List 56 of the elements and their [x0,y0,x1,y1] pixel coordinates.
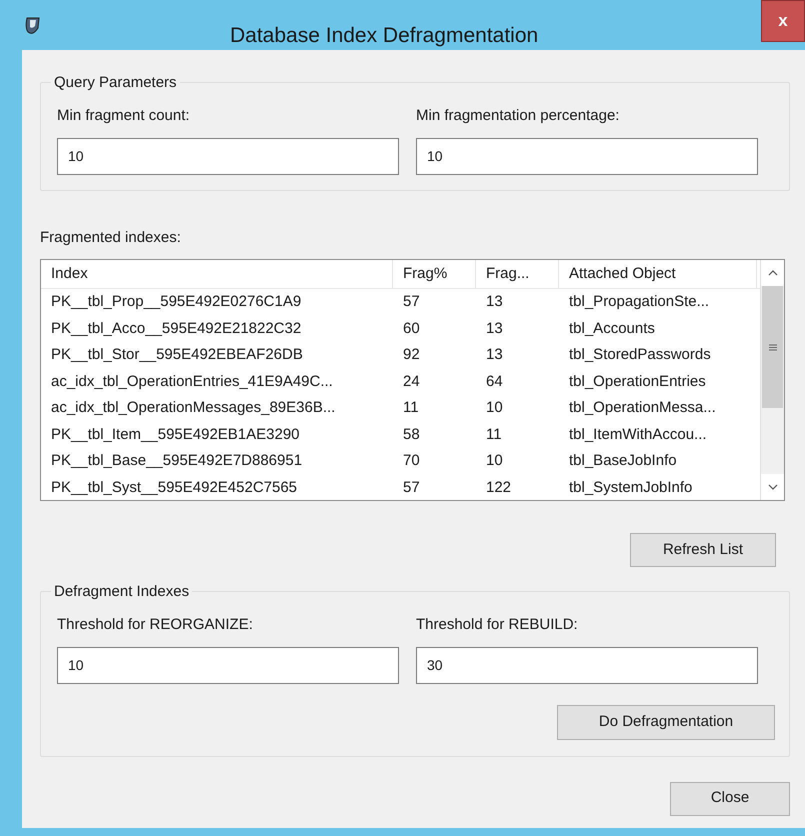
refresh-button[interactable]: Refresh List [630,533,776,567]
input-field[interactable]: 10 [416,138,758,174]
table-cell-text: 11 [402,398,420,418]
field-label: Threshold for REORGANIZE: [57,615,254,635]
column-header[interactable]: Index [41,260,393,288]
table-cell-text: 13 [485,345,504,365]
table-cell-text: tbl_ItemWithAccou... [568,424,708,444]
table-cell-text: 64 [485,372,504,392]
input-field[interactable]: 30 [416,646,758,684]
table-cell-text: 10 [485,451,504,471]
table-cell-text: 60 [402,318,421,338]
table-cell-text: 58 [402,424,421,444]
scroll-up-icon[interactable] [768,270,778,276]
table-cell-text: tbl_OperationMessa... [568,398,717,418]
list-label: Fragmented indexes: [40,228,181,248]
field-label: Min fragmentation percentage: [416,106,620,126]
table-cell-text: 13 [485,318,504,338]
scroll-down-icon[interactable] [768,484,778,490]
field-label: Threshold for REBUILD: [416,615,579,635]
table-cell-text: 70 [402,451,421,471]
table-cell-text: PK__tbl_Syst__595E492E452C7565 [50,478,298,498]
field-label: Min fragment count: [57,106,191,126]
table-cell-text: PK__tbl_Prop__595E492E0276C1A9 [50,292,302,312]
column-header[interactable]: Attached Object [559,260,757,288]
table-cell-text: PK__tbl_Item__595E492EB1AE3290 [50,424,301,444]
table-cell-text: tbl_BaseJobInfo [568,451,678,471]
window-title: Database Index Defragmentation [230,23,538,49]
table-cell-text: 24 [402,372,421,392]
table-cell-text: PK__tbl_Stor__595E492EBEAF26DB [50,345,304,365]
table-cell-text: 57 [402,478,421,498]
grip-icon [768,344,776,350]
scroll-thumb[interactable] [762,286,783,408]
input-field[interactable]: 10 [57,646,399,684]
scrollbar[interactable] [760,260,784,500]
table-cell-text: 92 [402,345,421,365]
table-cell-text: PK__tbl_Acco__595E492E21822C32 [50,318,302,338]
table-cell-text: tbl_OperationEntries [568,372,707,392]
column-header[interactable]: Frag... [476,260,559,288]
window-close-button[interactable]: x [761,0,805,42]
table-cell-text: 10 [485,398,504,418]
column-header[interactable]: Frag% [393,260,476,288]
table-cell-text: ac_idx_tbl_OperationEntries_41E9A49C... [50,372,334,392]
table-cell-text: tbl_Accounts [568,318,656,338]
defragment-button[interactable]: Do Defragmentation [557,704,775,740]
input-field[interactable]: 10 [57,138,399,174]
table-cell-text: PK__tbl_Base__595E492E7D886951 [50,451,304,471]
table-cell-text: 13 [485,292,504,312]
table-cell-text: ac_idx_tbl_OperationMessages_89E36B... [50,398,336,418]
table-cell-text: tbl_StoredPasswords [568,345,712,365]
table-cell-text: 122 [485,478,512,498]
app-icon [24,16,42,36]
table-cell-text: 57 [402,292,421,312]
close-dialog-button[interactable]: Close [670,782,790,816]
table-cell-text: tbl_SystemJobInfo [568,478,694,498]
table-cell-text: 11 [485,424,503,444]
table-cell-text: tbl_PropagationSte... [568,292,710,312]
